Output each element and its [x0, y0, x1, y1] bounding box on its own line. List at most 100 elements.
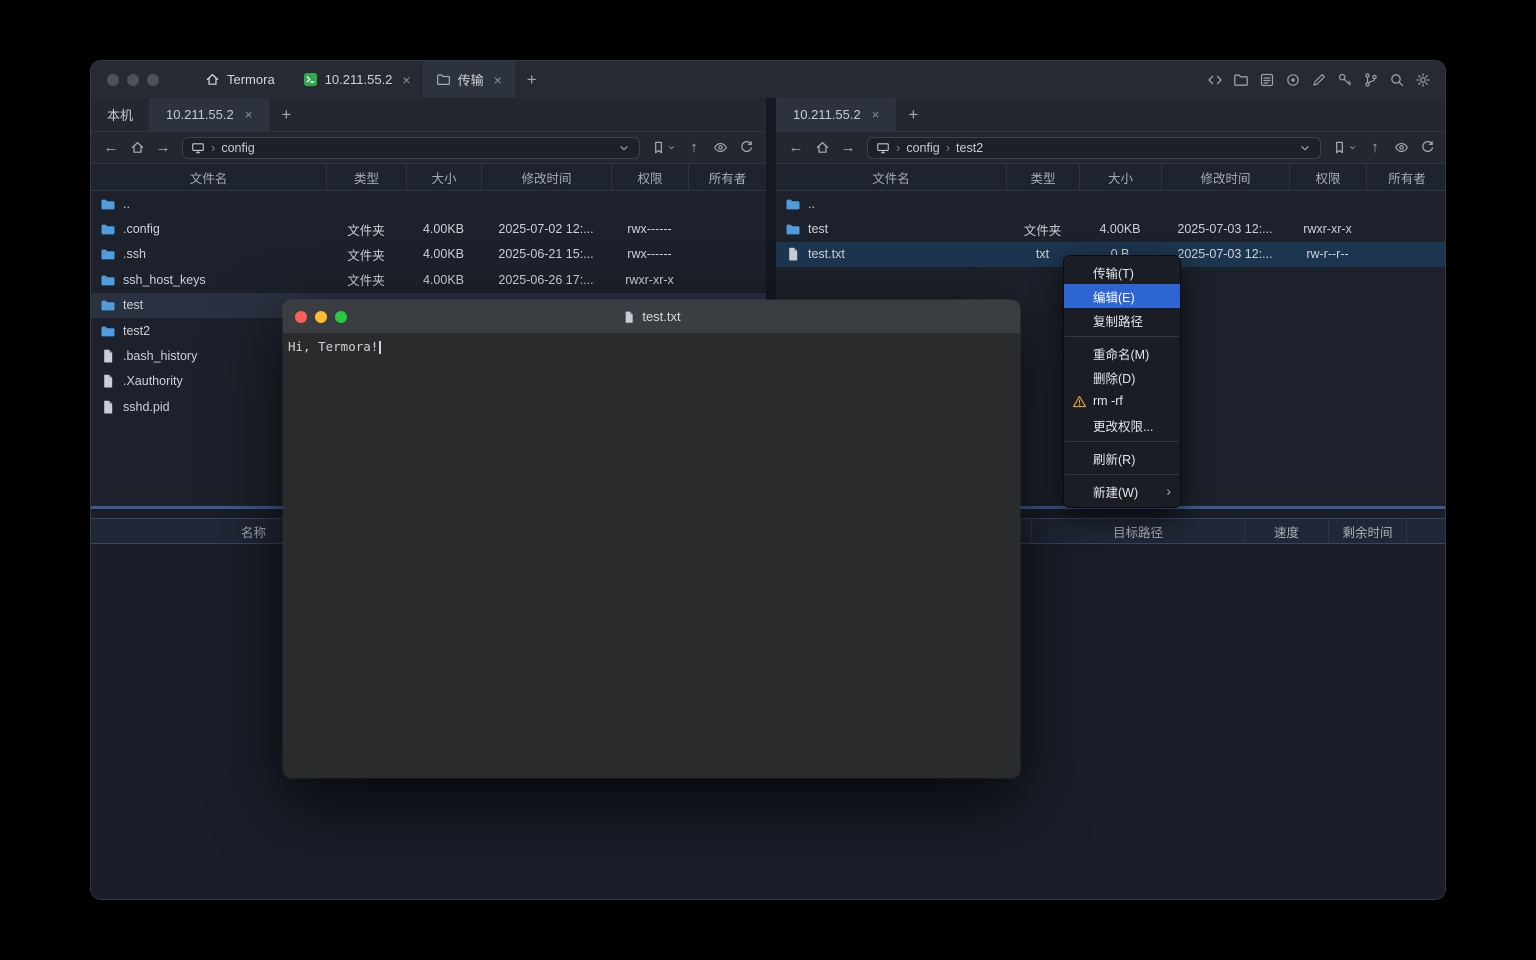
- menu-item-rename[interactable]: 重命名(M): [1064, 341, 1180, 365]
- file-name: .config: [123, 222, 160, 236]
- column-size[interactable]: 大小: [406, 164, 481, 190]
- tab-remote[interactable]: 10.211.55.2 ×: [776, 98, 896, 131]
- forward-button[interactable]: →: [836, 136, 860, 160]
- column-speed[interactable]: 速度: [1244, 519, 1328, 543]
- tab-transfer[interactable]: 传输 ×: [423, 61, 515, 98]
- home-button[interactable]: [810, 136, 834, 160]
- file-row[interactable]: .config 文件夹 4.00KB 2025-07-02 12:... rwx…: [91, 216, 766, 241]
- menu-item-new[interactable]: 新建(W) ›: [1064, 479, 1180, 503]
- file-name: .Xauthority: [123, 374, 183, 388]
- session-tab-label: 10.211.55.2: [325, 72, 393, 87]
- macro-code-button[interactable]: [1202, 67, 1227, 92]
- bookmark-button[interactable]: [647, 136, 680, 160]
- forward-button[interactable]: →: [151, 136, 175, 160]
- menu-item-copy-path[interactable]: 复制路径: [1064, 308, 1180, 332]
- address-dropdown[interactable]: [1298, 141, 1312, 155]
- column-perm[interactable]: 权限: [611, 164, 688, 190]
- back-button[interactable]: ←: [99, 136, 123, 160]
- menu-item-rm-rf[interactable]: rm -rf: [1064, 389, 1180, 413]
- file-mtime-cell: 2025-06-26 17:...: [481, 267, 611, 292]
- bookmark-button[interactable]: [1328, 136, 1361, 160]
- close-tab-icon[interactable]: ×: [494, 73, 502, 87]
- settings-button[interactable]: [1410, 67, 1435, 92]
- file-row[interactable]: .ssh 文件夹 4.00KB 2025-06-21 15:... rwx---…: [91, 242, 766, 267]
- column-type[interactable]: 类型: [326, 164, 406, 190]
- close-tab-icon[interactable]: ×: [245, 108, 253, 121]
- tab-local[interactable]: 本机: [91, 98, 149, 131]
- file-row[interactable]: ssh_host_keys 文件夹 4.00KB 2025-06-26 17:.…: [91, 267, 766, 292]
- branch-button[interactable]: [1358, 67, 1383, 92]
- parent-dir-button[interactable]: ↑: [682, 136, 706, 160]
- column-target-path[interactable]: 目标路径: [1031, 519, 1244, 543]
- minimize-button[interactable]: [127, 74, 139, 86]
- pencil-icon: [1311, 72, 1327, 88]
- new-pane-tab-button[interactable]: +: [896, 98, 930, 131]
- file-owner-cell: [1366, 191, 1446, 216]
- close-tab-icon[interactable]: ×: [402, 73, 410, 87]
- path-segment[interactable]: test2: [956, 141, 983, 155]
- menu-item-transfer[interactable]: 传输(T): [1064, 260, 1180, 284]
- zoom-button[interactable]: [335, 311, 347, 323]
- refresh-button[interactable]: [734, 136, 758, 160]
- file-perm-cell: rw-r--r--: [1289, 242, 1366, 267]
- tab-remote[interactable]: 10.211.55.2 ×: [149, 98, 269, 131]
- file-row[interactable]: ..: [91, 191, 766, 216]
- menu-item-delete[interactable]: 删除(D): [1064, 365, 1180, 389]
- minimize-button[interactable]: [315, 311, 327, 323]
- column-owner[interactable]: 所有者: [1366, 164, 1446, 190]
- column-type[interactable]: 类型: [1006, 164, 1079, 190]
- address-bar[interactable]: › config: [182, 137, 640, 159]
- edit-button[interactable]: [1306, 67, 1331, 92]
- keys-button[interactable]: [1332, 67, 1357, 92]
- column-mtime[interactable]: 修改时间: [481, 164, 611, 190]
- search-icon: [1389, 72, 1405, 88]
- menu-item-refresh[interactable]: 刷新(R): [1064, 446, 1180, 470]
- column-mtime[interactable]: 修改时间: [1161, 164, 1289, 190]
- file-size-cell: 4.00KB: [1079, 216, 1161, 241]
- refresh-button[interactable]: [1415, 136, 1439, 160]
- new-pane-tab-button[interactable]: +: [269, 98, 303, 131]
- close-button[interactable]: [107, 74, 119, 86]
- search-button[interactable]: [1384, 67, 1409, 92]
- tab-ssh-session[interactable]: 10.211.55.2 ×: [291, 61, 423, 98]
- file-name: test.txt: [808, 247, 845, 261]
- new-tab-button[interactable]: +: [515, 61, 549, 98]
- back-button[interactable]: ←: [784, 136, 808, 160]
- tab-termora-home[interactable]: Termora: [189, 61, 291, 98]
- address-dropdown[interactable]: [617, 141, 631, 155]
- file-name: sshd.pid: [123, 400, 170, 414]
- show-hidden-button[interactable]: [1389, 136, 1413, 160]
- file-mtime-cell: [481, 191, 611, 216]
- column-owner[interactable]: 所有者: [688, 164, 766, 190]
- editor-titlebar[interactable]: test.txt: [283, 300, 1020, 334]
- file-row[interactable]: test 文件夹 4.00KB 2025-07-03 12:... rwxr-x…: [776, 216, 1446, 241]
- close-button[interactable]: [295, 311, 307, 323]
- column-name[interactable]: 文件名: [91, 164, 326, 190]
- parent-dir-button[interactable]: ↑: [1363, 136, 1387, 160]
- menu-item-edit[interactable]: 编辑(E): [1064, 284, 1180, 308]
- column-size[interactable]: 大小: [1079, 164, 1161, 190]
- forward-icon: →: [841, 139, 856, 156]
- menu-item-chmod[interactable]: 更改权限...: [1064, 413, 1180, 437]
- file-row[interactable]: ..: [776, 191, 1446, 216]
- file-name: ..: [123, 197, 130, 211]
- folder-icon: [785, 221, 801, 237]
- file-manager-button[interactable]: [1228, 67, 1253, 92]
- home-button[interactable]: [125, 136, 149, 160]
- close-tab-icon[interactable]: ×: [872, 108, 880, 121]
- zoom-button[interactable]: [147, 74, 159, 86]
- path-segment[interactable]: config: [221, 141, 254, 155]
- show-hidden-button[interactable]: [708, 136, 732, 160]
- column-eta[interactable]: 剩余时间: [1328, 519, 1406, 543]
- file-perm-cell: rwx------: [611, 242, 688, 267]
- record-button[interactable]: [1280, 67, 1305, 92]
- editor-content[interactable]: Hi, Termora!: [283, 334, 1020, 778]
- address-bar[interactable]: › config › test2: [867, 137, 1321, 159]
- path-segment[interactable]: config: [906, 141, 939, 155]
- column-perm[interactable]: 权限: [1289, 164, 1366, 190]
- file-icon: [785, 246, 801, 262]
- log-button[interactable]: [1254, 67, 1279, 92]
- column-name[interactable]: 文件名: [776, 164, 1006, 190]
- submenu-chevron-icon: ›: [1166, 484, 1171, 498]
- file-type-cell: 文件夹: [326, 267, 406, 292]
